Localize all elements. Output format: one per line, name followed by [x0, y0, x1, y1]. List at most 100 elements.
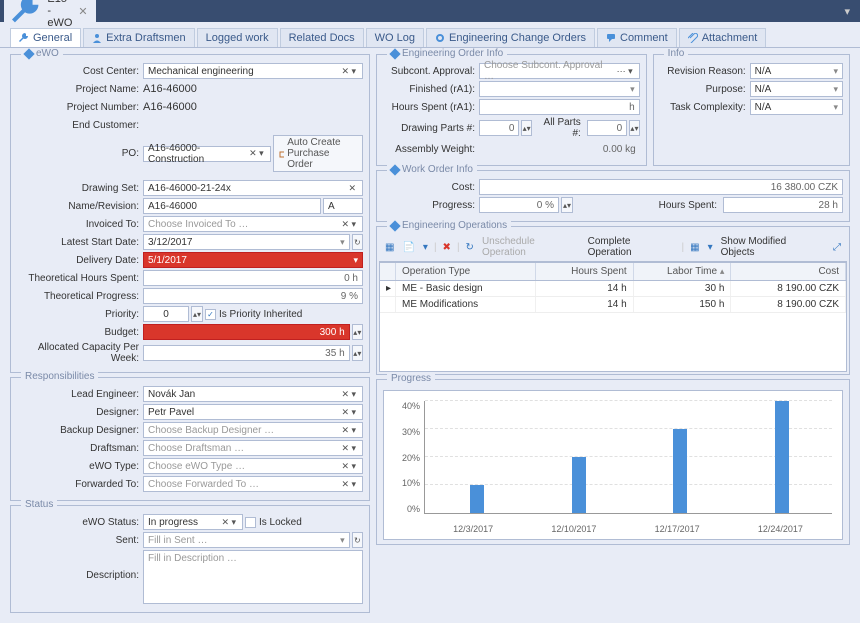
alloc-cap-stepper[interactable]: ▴▾ — [352, 345, 363, 361]
drawing-parts-stepper[interactable]: ▴▾ — [521, 120, 531, 136]
purpose-select[interactable]: N/A▾ — [750, 81, 843, 97]
draftsman-select[interactable]: Choose Draftsman …✕ ▾ — [143, 440, 363, 456]
wrench-icon — [19, 33, 29, 43]
complete-op-button[interactable]: Complete Operation — [586, 235, 678, 259]
chart-bar — [572, 457, 586, 513]
lead-engineer-select[interactable]: Novák Jan✕ ▾ — [143, 386, 363, 402]
refresh-button[interactable]: ↻ — [352, 234, 363, 250]
invoiced-to-label: Invoiced To: — [17, 219, 143, 230]
finished-date[interactable]: ▾ — [479, 81, 640, 97]
invoiced-to-select[interactable]: Choose Invoiced To …✕ ▾ — [143, 216, 363, 232]
caret-icon[interactable]: ▾ — [421, 241, 430, 254]
panel-eng-order-info: Engineering Order Info Subcont. Approval… — [376, 54, 647, 166]
wrench-icon — [389, 220, 400, 231]
po-select[interactable]: A16-46000-Construction✕ ▾ — [143, 146, 271, 162]
panel-wo-info: Work Order Info Cost:16 380.00 CZK Progr… — [376, 170, 850, 222]
ewo-status-select[interactable]: In progress✕ ▾ — [143, 514, 243, 530]
name-rev-label: Name/Revision: — [17, 201, 143, 212]
panel-eng-operations: Engineering Operations ▦ 📄 ▾ | ✖ | ↻ Uns… — [376, 226, 850, 375]
backup-designer-select[interactable]: Choose Backup Designer …✕ ▾ — [143, 422, 363, 438]
auto-create-po-button[interactable]: Auto Create Purchase Order — [273, 135, 363, 172]
subcont-approval-select[interactable]: Choose Subcont. Approval …⋯ ▾ — [479, 63, 640, 79]
all-parts-stepper[interactable]: ▴▾ — [629, 120, 639, 136]
close-icon[interactable]: ✕ — [78, 5, 87, 18]
copy-button[interactable]: 📄 — [400, 241, 416, 254]
forwarded-to-select[interactable]: Choose Forwarded To …✕ ▾ — [143, 476, 363, 492]
latest-start-date[interactable]: 3/12/2017▾ — [143, 234, 350, 250]
tab-comment[interactable]: Comment — [597, 28, 677, 47]
ewo-type-select[interactable]: Choose eWO Type …✕ ▾ — [143, 458, 363, 474]
panel-info: Info Revision Reason:N/A▾ Purpose:N/A▾ T… — [653, 54, 850, 166]
panel-ewo: eWO Cost Center:Mechanical engineering✕ … — [10, 54, 370, 373]
all-parts-input[interactable]: 0 — [587, 120, 627, 136]
assembly-weight-value: 0.00 kg — [479, 141, 640, 157]
delivery-date-label: Delivery Date: — [17, 255, 143, 266]
cost-value: 16 380.00 CZK — [479, 179, 843, 195]
panel-status: Status eWO Status:In progress✕ ▾Is Locke… — [10, 505, 370, 613]
project-number-value: A16-46000 — [143, 101, 197, 113]
wrench-icon — [12, 0, 41, 26]
revision-reason-select[interactable]: N/A▾ — [750, 63, 843, 79]
drawing-parts-input[interactable]: 0 — [479, 120, 519, 136]
chart-bar — [470, 485, 484, 513]
tab-eco[interactable]: Engineering Change Orders — [426, 28, 595, 47]
chart-bar — [673, 429, 687, 513]
hours-spent-ra1[interactable]: h — [479, 99, 640, 115]
project-number-label: Project Number: — [17, 102, 143, 113]
title-bar: E15 - eWO ✕ ▾ — [0, 0, 860, 22]
project-name-label: Project Name: — [17, 84, 143, 95]
tab-attachment[interactable]: Attachment — [679, 28, 767, 47]
paperclip-icon — [688, 33, 698, 43]
is-locked-checkbox[interactable]: Is Locked — [245, 517, 302, 528]
cost-center-select[interactable]: Mechanical engineering✕ ▾ — [143, 63, 363, 79]
end-customer-label: End Customer: — [17, 120, 143, 131]
hours-spent-value: 28 h — [723, 197, 843, 213]
tab-logged-work[interactable]: Logged work — [197, 28, 278, 47]
unschedule-op-button[interactable]: Unschedule Operation — [480, 235, 582, 259]
priority-input[interactable]: 0 — [143, 306, 189, 322]
alloc-cap-input[interactable]: 35 h — [143, 345, 350, 361]
tab-related-docs[interactable]: Related Docs — [280, 28, 364, 47]
new-button[interactable]: ▦ — [383, 241, 396, 254]
expand-button[interactable]: ⤢ — [831, 241, 843, 254]
tab-extra-draftsmen[interactable]: Extra Draftsmen — [83, 28, 194, 47]
table-row[interactable]: ▸ ME - Basic design 14 h 30 h 8 190.00 C… — [380, 281, 846, 297]
theo-hours-value: 0 h — [143, 270, 363, 286]
priority-inherited-checkbox[interactable]: ✓Is Priority Inherited — [205, 309, 302, 320]
sent-input[interactable]: Fill in Sent …▾ — [143, 532, 350, 548]
refresh-button[interactable]: ↻ — [464, 241, 476, 254]
delivery-date[interactable]: 5/1/2017▾ — [143, 252, 363, 268]
sent-refresh[interactable]: ↻ — [352, 532, 363, 548]
designer-select[interactable]: Petr Pavel✕ ▾ — [143, 404, 363, 420]
drawing-set-label: Drawing Set: — [17, 183, 143, 194]
tab-wo-log[interactable]: WO Log — [366, 28, 424, 47]
drawing-set-input[interactable]: A16-46000-21-24x✕ — [143, 180, 363, 196]
wrench-icon — [389, 164, 400, 175]
delete-button[interactable]: ✖ — [441, 241, 453, 254]
budget-stepper[interactable]: ▴▾ — [352, 324, 363, 340]
budget-input[interactable]: 300 h — [143, 324, 350, 340]
window-menu-caret[interactable]: ▾ — [838, 5, 856, 18]
window-tab-label: E15 - eWO — [47, 0, 72, 29]
revision-input[interactable]: A — [323, 198, 363, 214]
panel-progress: Progress 0% 10% 20% 30% 40% — [376, 379, 850, 545]
table-row[interactable]: ME Modifications 14 h 150 h 8 190.00 CZK — [380, 297, 846, 313]
wrench-icon — [389, 48, 400, 59]
priority-stepper[interactable]: ▴▾ — [191, 306, 203, 322]
tab-general[interactable]: General — [10, 28, 81, 47]
columns-button[interactable]: ▦ — [688, 241, 701, 254]
progress-chart: 0% 10% 20% 30% 40% 12/3/20 — [383, 390, 843, 540]
task-complexity-select[interactable]: N/A▾ — [750, 99, 843, 115]
progress-stepper[interactable]: ▴▾ — [561, 197, 573, 213]
caret-icon[interactable]: ▾ — [706, 241, 715, 254]
description-textarea[interactable]: Fill in Description … — [143, 550, 363, 604]
name-input[interactable]: A16-46000 — [143, 198, 321, 214]
show-modified-button[interactable]: Show Modified Objects — [719, 235, 823, 259]
theo-prog-label: Theoretical Progress: — [17, 291, 143, 302]
ops-grid[interactable]: Operation Type Hours Spent Labor Time ▴ … — [379, 262, 847, 372]
progress-input[interactable]: 0 % — [479, 197, 559, 213]
priority-label: Priority: — [17, 309, 143, 320]
window-tab[interactable]: E15 - eWO ✕ — [4, 0, 96, 31]
wrench-icon — [23, 48, 34, 59]
theo-prog-value: 9 % — [143, 288, 363, 304]
